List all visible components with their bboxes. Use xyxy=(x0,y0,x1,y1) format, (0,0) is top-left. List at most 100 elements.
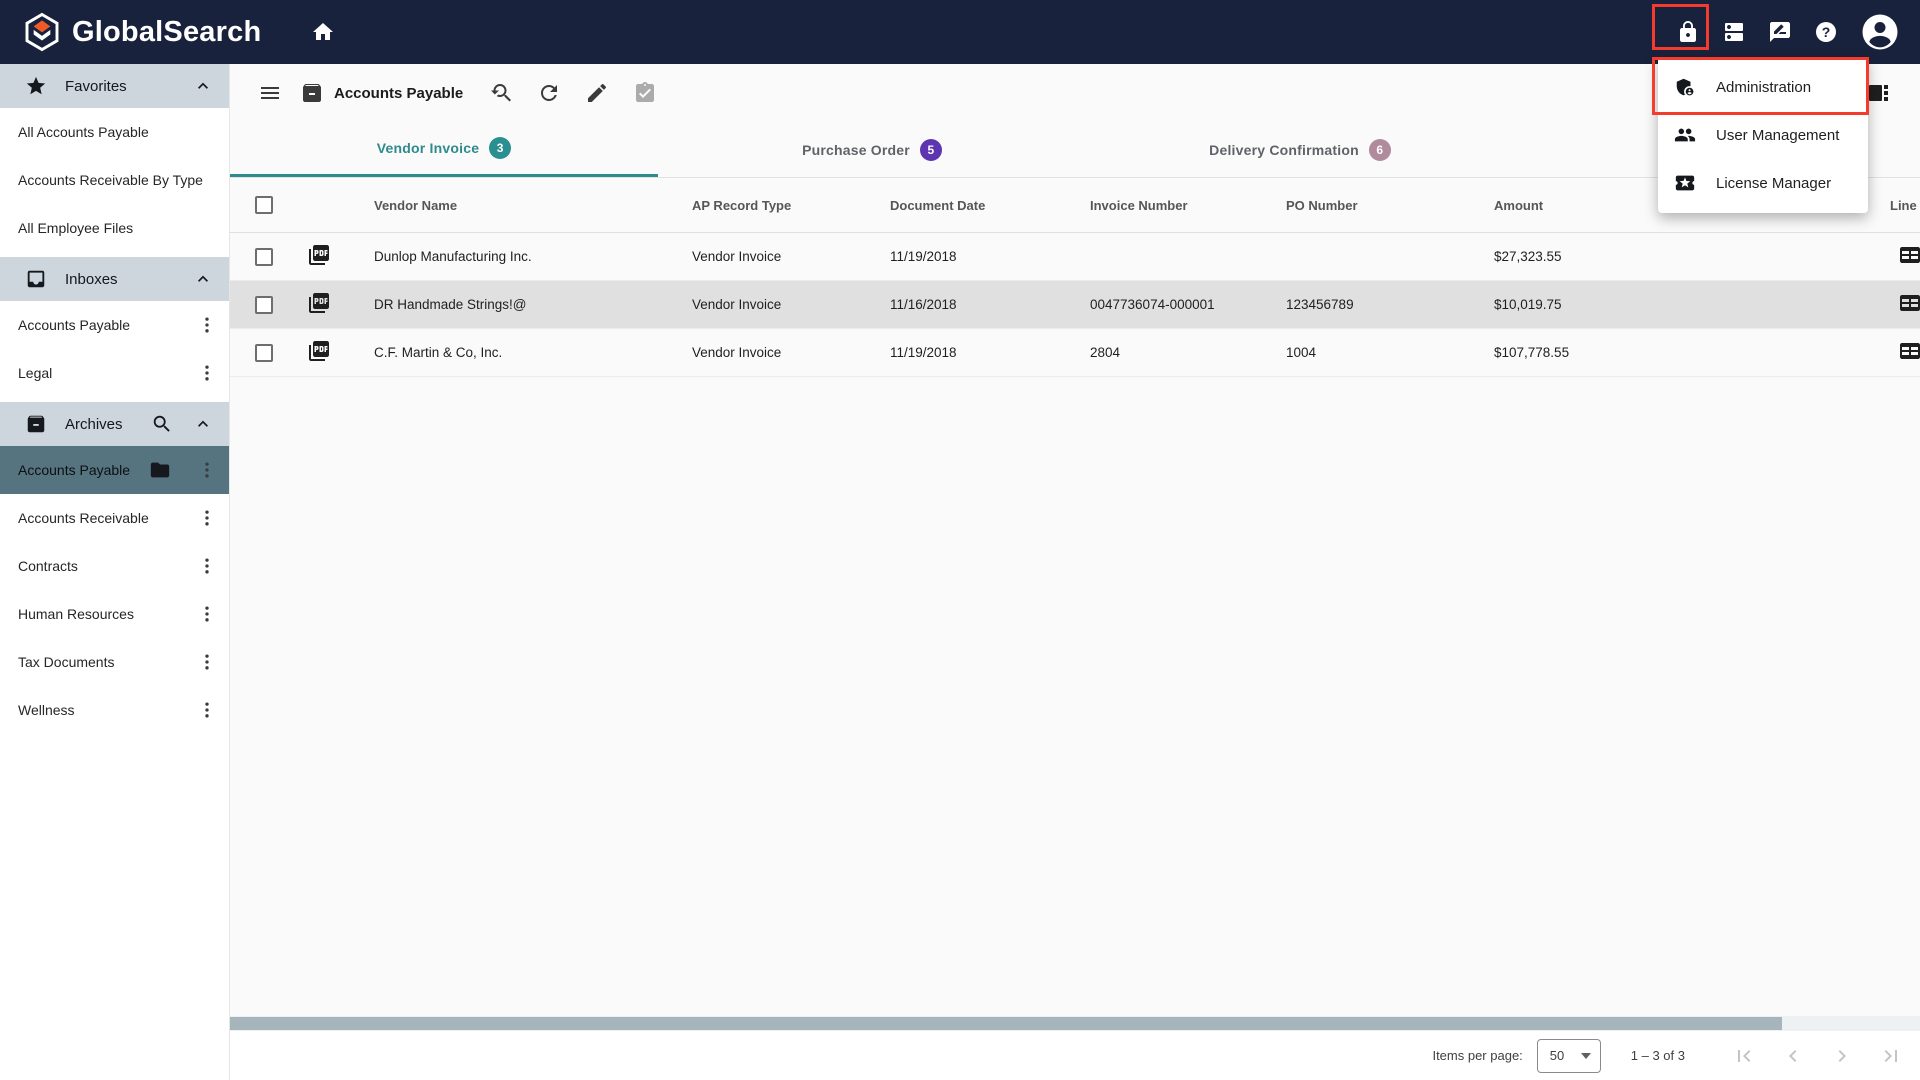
row-checkbox[interactable] xyxy=(255,343,273,362)
table-row[interactable]: Dunlop Manufacturing Inc. Vendor Invoice… xyxy=(230,233,1920,281)
select-all-checkbox[interactable] xyxy=(255,196,273,214)
archive-icon xyxy=(27,415,45,433)
menu-item-user-management[interactable]: User Management xyxy=(1658,111,1868,159)
clipboard-check-icon xyxy=(636,82,655,102)
search-again-button[interactable] xyxy=(489,81,513,105)
next-page-button[interactable] xyxy=(1830,1044,1854,1068)
row-checkbox-cell xyxy=(230,247,292,266)
sidebar-item-archive-wellness[interactable]: Wellness xyxy=(0,686,229,734)
sidebar-item-archive-contracts[interactable]: Contracts xyxy=(0,542,229,590)
sidebar-section-favorites[interactable]: Favorites xyxy=(0,64,229,108)
pdf-document-icon[interactable] xyxy=(307,291,331,315)
refresh-button[interactable] xyxy=(537,81,561,105)
empty-results-area xyxy=(230,377,1920,1016)
tab-purchase-order[interactable]: Purchase Order 5 xyxy=(658,122,1086,177)
cell-record-type: Vendor Invoice xyxy=(692,345,782,360)
more-vertical-icon[interactable] xyxy=(197,554,217,578)
sidebar-item-archive-accounts-payable[interactable]: Accounts Payable xyxy=(0,446,229,494)
page-layout: Favorites All Accounts Payable Accounts … xyxy=(0,64,1920,1080)
home-button[interactable] xyxy=(311,20,335,44)
cell-line-items xyxy=(1880,339,1920,366)
sidebar-item-inbox-legal[interactable]: Legal xyxy=(0,349,229,397)
menu-item-label: License Manager xyxy=(1716,174,1832,192)
row-checkbox[interactable] xyxy=(255,295,273,314)
cell-record-type: Vendor Invoice xyxy=(692,249,782,264)
column-header-vendor-name: Vendor Name xyxy=(374,197,458,213)
horizontal-scrollbar-thumb[interactable] xyxy=(230,1017,1782,1030)
menu-button[interactable] xyxy=(258,81,282,105)
brand-logo[interactable]: GlobalSearch xyxy=(22,12,261,52)
sidebar-item-all-employee-files[interactable]: All Employee Files xyxy=(0,204,229,252)
section-label: Favorites xyxy=(65,77,127,95)
sidebar-section-archives[interactable]: Archives xyxy=(0,402,229,446)
feedback-button[interactable] xyxy=(1768,20,1792,44)
help-button[interactable]: ? xyxy=(1814,20,1838,44)
more-vertical-icon[interactable] xyxy=(197,313,217,337)
chevron-up-icon[interactable] xyxy=(193,414,213,434)
security-lock-button[interactable] xyxy=(1676,20,1700,44)
table-row[interactable]: DR Handmade Strings!@ Vendor Invoice 11/… xyxy=(230,281,1920,329)
tab-vendor-invoice[interactable]: Vendor Invoice 3 xyxy=(230,122,658,177)
line-items-icon[interactable] xyxy=(1898,339,1920,363)
tasks-button[interactable] xyxy=(633,81,657,105)
help-icon: ? xyxy=(1816,22,1836,42)
row-document-cell xyxy=(292,339,348,366)
sidebar-item-all-accounts-payable[interactable]: All Accounts Payable xyxy=(0,108,229,156)
sidebar-item-inbox-accounts-payable[interactable]: Accounts Payable xyxy=(0,301,229,349)
sidebar-item-archive-tax-documents[interactable]: Tax Documents xyxy=(0,638,229,686)
account-button[interactable] xyxy=(1860,12,1900,52)
folder-icon xyxy=(150,462,170,478)
user-group-icon xyxy=(1674,128,1696,142)
tab-delivery-confirmation[interactable]: Delivery Confirmation 6 xyxy=(1086,122,1514,177)
sidebar-item-archive-human-resources[interactable]: Human Resources xyxy=(0,590,229,638)
line-items-icon[interactable] xyxy=(1898,243,1920,267)
line-items-icon[interactable] xyxy=(1898,291,1920,315)
more-vertical-icon[interactable] xyxy=(197,650,217,674)
sidebar-section-inboxes[interactable]: Inboxes xyxy=(0,257,229,301)
table-row[interactable]: C.F. Martin & Co, Inc. Vendor Invoice 11… xyxy=(230,329,1920,377)
sidebar-item-archive-accounts-receivable[interactable]: Accounts Receivable xyxy=(0,494,229,542)
cell-document-date: 11/19/2018 xyxy=(890,345,957,360)
sidebar-item-accounts-receivable-by-type[interactable]: Accounts Receivable By Type xyxy=(0,156,229,204)
sidebar: Favorites All Accounts Payable Accounts … xyxy=(0,64,230,1080)
pagination-bar: Items per page: 50 1 – 3 of 3 xyxy=(230,1031,1920,1080)
inbox-icon xyxy=(27,270,45,288)
top-app-bar: GlobalSearch ? xyxy=(0,0,1920,64)
chevron-left-icon xyxy=(1789,1049,1797,1062)
sidebar-item-label: Legal xyxy=(18,365,53,381)
previous-page-button[interactable] xyxy=(1781,1044,1805,1068)
more-vertical-icon[interactable] xyxy=(197,506,217,530)
edit-button[interactable] xyxy=(585,81,609,105)
more-vertical-icon[interactable] xyxy=(197,361,217,385)
tab-count-badge: 3 xyxy=(489,137,512,159)
feedback-review-icon xyxy=(1770,22,1790,42)
first-page-button[interactable] xyxy=(1732,1044,1756,1068)
main-content: Accounts Payable Vendor Invoice 3 Purcha… xyxy=(230,64,1920,1080)
menu-item-administration[interactable]: Administration xyxy=(1658,63,1868,111)
search-icon[interactable] xyxy=(151,413,173,435)
section-label: Archives xyxy=(65,415,123,433)
pdf-document-icon[interactable] xyxy=(307,339,331,363)
row-checkbox[interactable] xyxy=(255,247,273,266)
chevron-up-icon[interactable] xyxy=(193,269,213,289)
layout-view-button[interactable] xyxy=(1866,81,1890,105)
items-per-page-select[interactable]: 50 xyxy=(1536,1038,1601,1073)
last-page-icon xyxy=(1884,1049,1897,1062)
more-vertical-icon[interactable] xyxy=(197,458,217,482)
pdf-document-icon[interactable] xyxy=(307,243,331,267)
cell-line-items xyxy=(1880,291,1920,318)
more-vertical-icon[interactable] xyxy=(197,602,217,626)
column-header-ap-record-type: AP Record Type xyxy=(692,197,792,213)
account-circle-icon xyxy=(1862,14,1898,50)
chevron-up-icon[interactable] xyxy=(193,76,213,96)
horizontal-scrollbar-track[interactable] xyxy=(230,1016,1920,1031)
row-document-cell xyxy=(292,291,348,318)
menu-item-license-manager[interactable]: License Manager xyxy=(1658,159,1868,207)
last-page-button[interactable] xyxy=(1879,1044,1903,1068)
menu-item-label: User Management xyxy=(1716,126,1840,144)
tab-label: Purchase Order xyxy=(802,141,910,158)
queues-button[interactable] xyxy=(1722,20,1746,44)
more-vertical-icon[interactable] xyxy=(197,698,217,722)
archive-title: Accounts Payable xyxy=(334,84,464,102)
lock-icon xyxy=(1680,21,1696,42)
